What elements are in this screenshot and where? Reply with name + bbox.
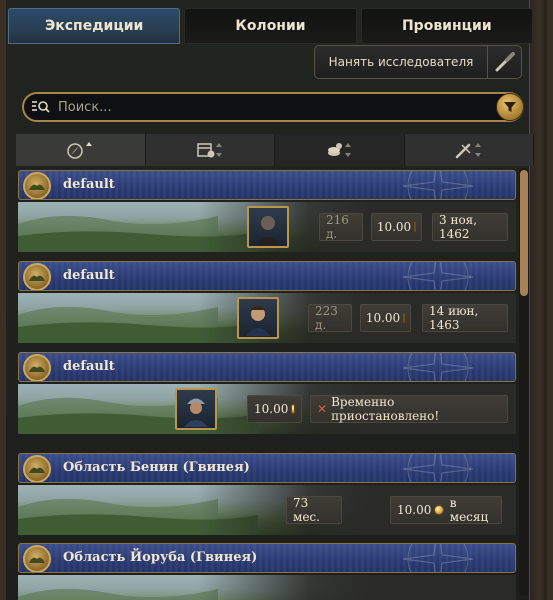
region-emblem-icon — [23, 545, 51, 572]
search-list-icon — [30, 98, 52, 116]
tab-bar: Экспедиции Колонии Провинции — [8, 8, 533, 44]
entry-header[interactable]: default — [18, 170, 516, 200]
expedition-status: ✕ Временно приостановлено! — [310, 395, 508, 423]
monthly-cost: 10.00 в месяц — [390, 496, 502, 524]
explorer-emblem-icon — [23, 172, 51, 199]
compass-rose-icon — [402, 353, 474, 381]
sort-bar — [16, 134, 534, 166]
compass-sort-icon — [67, 142, 93, 159]
sort-by-cost-button[interactable] — [275, 134, 405, 166]
cost-amount: 10.00 — [397, 503, 432, 517]
scrollbar-thumb[interactable] — [520, 170, 528, 296]
hire-explorer-label: Нанять исследователя — [328, 55, 474, 69]
cost-amount: 10.00 — [365, 311, 401, 325]
explorer-portrait[interactable] — [175, 388, 217, 430]
panel-right-edge — [529, 0, 547, 600]
compass-rose-icon — [402, 171, 474, 199]
list-scrollbar[interactable] — [519, 168, 529, 596]
expedition-landscape-image: 216 д. 10.00 3 ноя, 1462 — [18, 202, 516, 252]
expedition-list: default 216 д. 10.00 3 ноя, 1462 default… — [18, 170, 516, 600]
expedition-landscape-image: 10.00 ✕ Временно приостановлено! — [18, 384, 516, 434]
coin-icon — [414, 222, 417, 232]
coins-sort-icon — [328, 143, 352, 157]
compass-rose-icon — [402, 544, 474, 572]
spyglass-icon[interactable] — [487, 46, 521, 78]
cost-value: 10.00 — [247, 395, 302, 423]
tools-sort-icon — [455, 143, 481, 159]
expedition-landscape-image: 223 д. 10.00 14 июн, 1463 — [18, 293, 516, 343]
cost-value: 10.00 — [360, 304, 411, 332]
search-input[interactable] — [52, 99, 496, 115]
entry-name: default — [63, 268, 115, 283]
arrival-date: 3 ноя, 1462 — [432, 213, 508, 241]
cost-amount: 10.00 — [254, 402, 289, 416]
duration-value: 223 д. — [308, 304, 352, 332]
calendar-sort-icon — [197, 143, 222, 158]
coin-icon — [403, 313, 406, 323]
expedition-landscape-image — [18, 575, 516, 600]
cost-value: 10.00 — [371, 213, 422, 241]
cost-amount: 10.00 — [376, 220, 412, 234]
tab-colonies[interactable]: Колонии — [184, 8, 357, 44]
sort-by-tools-button[interactable] — [404, 134, 534, 166]
duration-value: 73 мес. — [286, 496, 342, 524]
entry-header[interactable]: default — [18, 261, 516, 291]
funnel-icon[interactable] — [496, 93, 524, 121]
region-emblem-icon — [23, 455, 51, 482]
explorer-emblem-icon — [23, 263, 51, 290]
status-text: Временно приостановлено! — [331, 395, 440, 423]
landscape-fade — [198, 575, 516, 600]
hire-explorer-button[interactable]: Нанять исследователя — [314, 45, 522, 79]
compass-rose-icon — [402, 262, 474, 290]
arrival-date: 14 июн, 1463 — [422, 304, 508, 332]
explorer-portrait[interactable] — [247, 206, 289, 248]
coin-icon — [434, 505, 444, 515]
explorer-portrait[interactable] — [237, 297, 279, 339]
tab-provinces[interactable]: Провинции — [360, 8, 533, 44]
expedition-landscape-image: 73 мес. 10.00 в месяц — [18, 485, 516, 535]
sort-by-name-button[interactable] — [16, 134, 146, 166]
entry-name: Область Бенин (Гвинея) — [63, 460, 250, 475]
duration-value: 216 д. — [319, 213, 363, 241]
compass-rose-icon — [402, 454, 474, 482]
entry-name: Область Йоруба (Гвинея) — [63, 550, 258, 565]
entry-header[interactable]: Область Бенин (Гвинея) — [18, 453, 516, 483]
coin-icon — [291, 404, 295, 414]
search-bar — [22, 92, 524, 122]
explorer-emblem-icon — [23, 354, 51, 381]
entry-name: default — [63, 177, 115, 192]
entry-header[interactable]: default — [18, 352, 516, 382]
cost-suffix: в месяц — [449, 496, 489, 524]
entry-header[interactable]: Область Йоруба (Гвинея) — [18, 543, 516, 573]
sort-by-date-button[interactable] — [145, 134, 275, 166]
close-icon: ✕ — [317, 402, 328, 416]
tab-expeditions[interactable]: Экспедиции — [8, 8, 181, 44]
entry-name: default — [63, 359, 115, 374]
